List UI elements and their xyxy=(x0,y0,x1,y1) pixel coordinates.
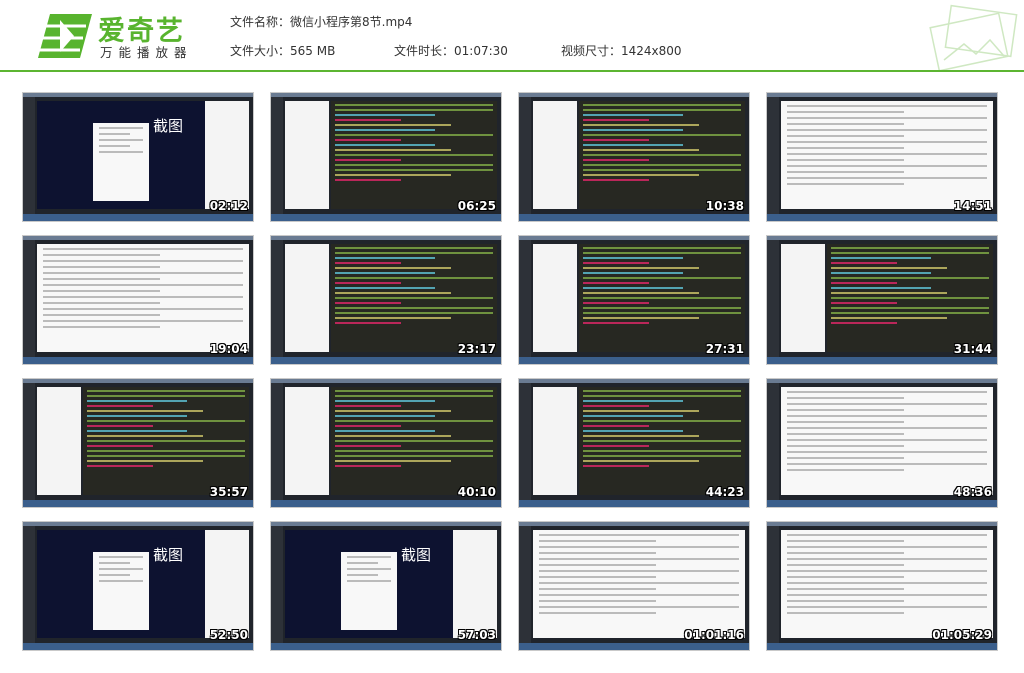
timestamp: 27:31 xyxy=(705,342,744,356)
video-thumbnail[interactable]: 44:23 xyxy=(518,378,750,508)
iqiyi-logo-icon xyxy=(38,14,92,58)
timestamp: 10:38 xyxy=(705,199,744,213)
video-resolution: 视频尺寸：1424x800 xyxy=(561,44,682,58)
screenshot-caption: 截图 xyxy=(153,117,184,135)
video-thumbnail[interactable]: 截图 02:12 xyxy=(22,92,254,222)
header: 爱奇艺 万能播放器 文件名称：微信小程序第8节.mp4 文件大小：565 MB … xyxy=(0,0,1024,72)
video-thumbnail[interactable]: 35:57 xyxy=(22,378,254,508)
timestamp: 02:12 xyxy=(209,199,248,213)
video-thumbnail[interactable]: 14:51 xyxy=(766,92,998,222)
timestamp: 52:50 xyxy=(209,628,248,642)
video-thumbnail[interactable]: 截图 57:03 xyxy=(270,521,502,651)
video-thumbnail[interactable]: 06:25 xyxy=(270,92,502,222)
file-duration: 文件时长：01:07:30 xyxy=(394,44,508,58)
video-thumbnail[interactable]: 48:36 xyxy=(766,378,998,508)
video-thumbnail[interactable]: 23:17 xyxy=(270,235,502,365)
video-thumbnail[interactable]: 01:01:16 xyxy=(518,521,750,651)
timestamp: 44:23 xyxy=(705,485,744,499)
timestamp: 01:05:29 xyxy=(932,628,992,642)
screenshot-caption: 截图 xyxy=(153,546,184,564)
file-name: 文件名称：微信小程序第8节.mp4 xyxy=(230,15,413,29)
file-size: 文件大小：565 MB xyxy=(230,44,336,58)
timestamp: 57:03 xyxy=(457,628,496,642)
timestamp: 35:57 xyxy=(209,485,248,499)
video-thumbnail[interactable]: 31:44 xyxy=(766,235,998,365)
video-thumbnail[interactable]: 19:04 xyxy=(22,235,254,365)
decorative-frames-icon xyxy=(929,4,1018,70)
timestamp: 06:25 xyxy=(457,199,496,213)
timestamp: 14:51 xyxy=(953,199,992,213)
video-thumbnail[interactable]: 27:31 xyxy=(518,235,750,365)
timestamp: 01:01:16 xyxy=(684,628,744,642)
brand-subtitle: 万能播放器 xyxy=(100,45,193,60)
timestamp: 19:04 xyxy=(209,342,248,356)
video-thumbnail[interactable]: 40:10 xyxy=(270,378,502,508)
screenshot-caption: 截图 xyxy=(401,546,432,564)
timestamp: 23:17 xyxy=(457,342,496,356)
timestamp: 40:10 xyxy=(457,485,496,499)
video-thumbnail[interactable]: 01:05:29 xyxy=(766,521,998,651)
timestamp: 31:44 xyxy=(953,342,992,356)
video-thumbnail[interactable]: 10:38 xyxy=(518,92,750,222)
video-thumbnail[interactable]: 截图 52:50 xyxy=(22,521,254,651)
timestamp: 48:36 xyxy=(953,485,992,499)
